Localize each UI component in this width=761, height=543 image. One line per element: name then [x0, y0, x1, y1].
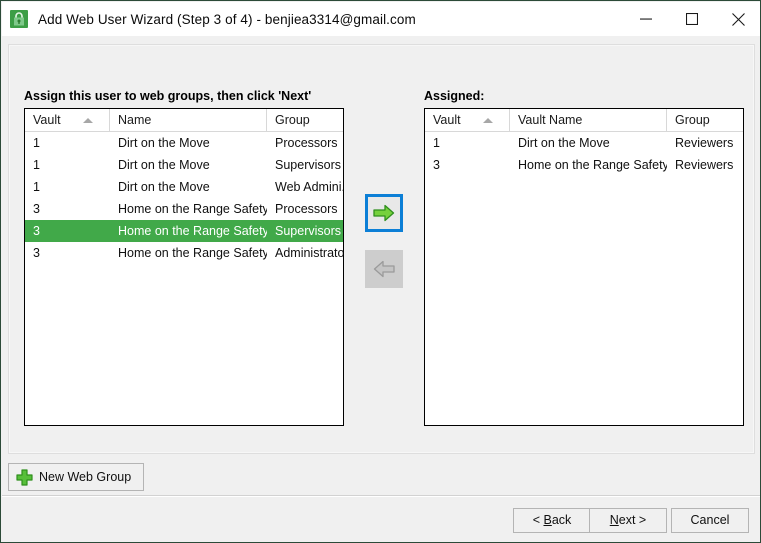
green-padlock-icon [10, 10, 28, 28]
back-mnemonic: B [543, 513, 552, 527]
assigned-groups-listview[interactable]: Vault Vault Name Group 1 Dirt on the Mov… [424, 108, 744, 426]
add-web-user-wizard-window: Add Web User Wizard (Step 3 of 4) - benj… [0, 0, 761, 543]
cell-vault: 1 [33, 136, 40, 150]
column-header-group-label: Group [275, 113, 310, 127]
cell-name: Dirt on the Move [118, 136, 210, 150]
cell-vault: 3 [33, 224, 40, 238]
cell-name: Dirt on the Move [118, 158, 210, 172]
cell-vault-name: Dirt on the Move [518, 136, 610, 150]
column-header-group-label: Group [675, 113, 710, 127]
cell-group: Supervisors [275, 158, 341, 172]
right-panel-heading: Assigned: [424, 89, 485, 103]
column-header-vault-label: Vault [33, 113, 61, 127]
minimize-icon[interactable] [623, 2, 669, 36]
table-row[interactable]: 3 Home on the Range Safety Administrator… [25, 242, 343, 264]
cell-name: Home on the Range Safety [118, 224, 267, 238]
column-header-vault-name[interactable]: Vault Name [510, 109, 667, 131]
footer-bar: < Back Next > Cancel [1, 497, 760, 542]
table-row[interactable]: 1 Dirt on the Move Web Admini... [25, 176, 343, 198]
title-bar: Add Web User Wizard (Step 3 of 4) - benj… [2, 2, 760, 36]
table-row[interactable]: 1 Dirt on the Move Supervisors [25, 154, 343, 176]
close-icon[interactable] [715, 2, 760, 36]
cell-group: Reviewers [675, 136, 734, 150]
cell-vault: 3 [33, 246, 40, 260]
available-groups-header-row: Vault Name Group [25, 109, 343, 132]
column-header-vault[interactable]: Vault [425, 109, 510, 131]
cell-vault-name: Home on the Range Safety [518, 158, 667, 172]
table-row[interactable]: 3 Home on the Range Safety Reviewers [425, 154, 743, 176]
green-plus-icon [16, 468, 33, 486]
sort-ascending-icon [483, 118, 493, 123]
back-button[interactable]: < Back [513, 508, 591, 533]
window-title: Add Web User Wizard (Step 3 of 4) - benj… [38, 11, 416, 27]
cell-vault: 1 [33, 158, 40, 172]
cell-group: Reviewers [675, 158, 734, 172]
table-row-selected[interactable]: 3 Home on the Range Safety Supervisors [25, 220, 343, 242]
maximize-icon[interactable] [669, 2, 715, 36]
unassign-group-button[interactable] [365, 250, 403, 288]
sort-ascending-icon [83, 118, 93, 123]
assign-group-button[interactable] [365, 194, 403, 232]
new-web-group-label: New Web Group [39, 470, 132, 484]
left-panel-heading: Assign this user to web groups, then cli… [24, 89, 312, 103]
cell-vault: 3 [433, 158, 440, 172]
cell-vault: 3 [33, 202, 40, 216]
cell-group: Supervisors [275, 224, 341, 238]
column-header-name[interactable]: Name [110, 109, 267, 131]
available-groups-rows: 1 Dirt on the Move Processors 1 Dirt on … [25, 132, 343, 264]
column-header-name-label: Name [118, 113, 152, 127]
table-row[interactable]: 1 Dirt on the Move Processors [25, 132, 343, 154]
cell-group: Administrators [275, 246, 343, 260]
cell-name: Dirt on the Move [118, 180, 210, 194]
new-web-group-button[interactable]: New Web Group [8, 463, 145, 491]
column-header-vault-label: Vault [433, 113, 461, 127]
arrow-right-icon [373, 204, 395, 222]
assigned-groups-header-row: Vault Vault Name Group [425, 109, 743, 132]
cell-name: Home on the Range Safety [118, 202, 267, 216]
next-button[interactable]: Next > [589, 508, 667, 533]
column-header-vault-name-label: Vault Name [518, 113, 583, 127]
column-header-vault[interactable]: Vault [25, 109, 110, 131]
cell-group: Processors [275, 202, 338, 216]
cell-name: Home on the Range Safety [118, 246, 267, 260]
cell-group: Processors [275, 136, 338, 150]
table-row[interactable]: 3 Home on the Range Safety Processors [25, 198, 343, 220]
next-mnemonic: N [609, 513, 619, 527]
cancel-button[interactable]: Cancel [671, 508, 749, 533]
assigned-groups-rows: 1 Dirt on the Move Reviewers 3 Home on t… [425, 132, 743, 176]
cell-vault: 1 [433, 136, 440, 150]
table-row[interactable]: 1 Dirt on the Move Reviewers [425, 132, 743, 154]
cell-vault: 1 [33, 180, 40, 194]
available-groups-listview[interactable]: Vault Name Group 1 Dirt on the Move Proc… [24, 108, 344, 426]
cell-group: Web Admini... [275, 180, 343, 194]
column-header-group[interactable]: Group [267, 109, 343, 131]
arrow-left-icon [373, 260, 395, 278]
wizard-content-panel: Assign this user to web groups, then cli… [8, 44, 755, 454]
column-header-group[interactable]: Group [667, 109, 743, 131]
